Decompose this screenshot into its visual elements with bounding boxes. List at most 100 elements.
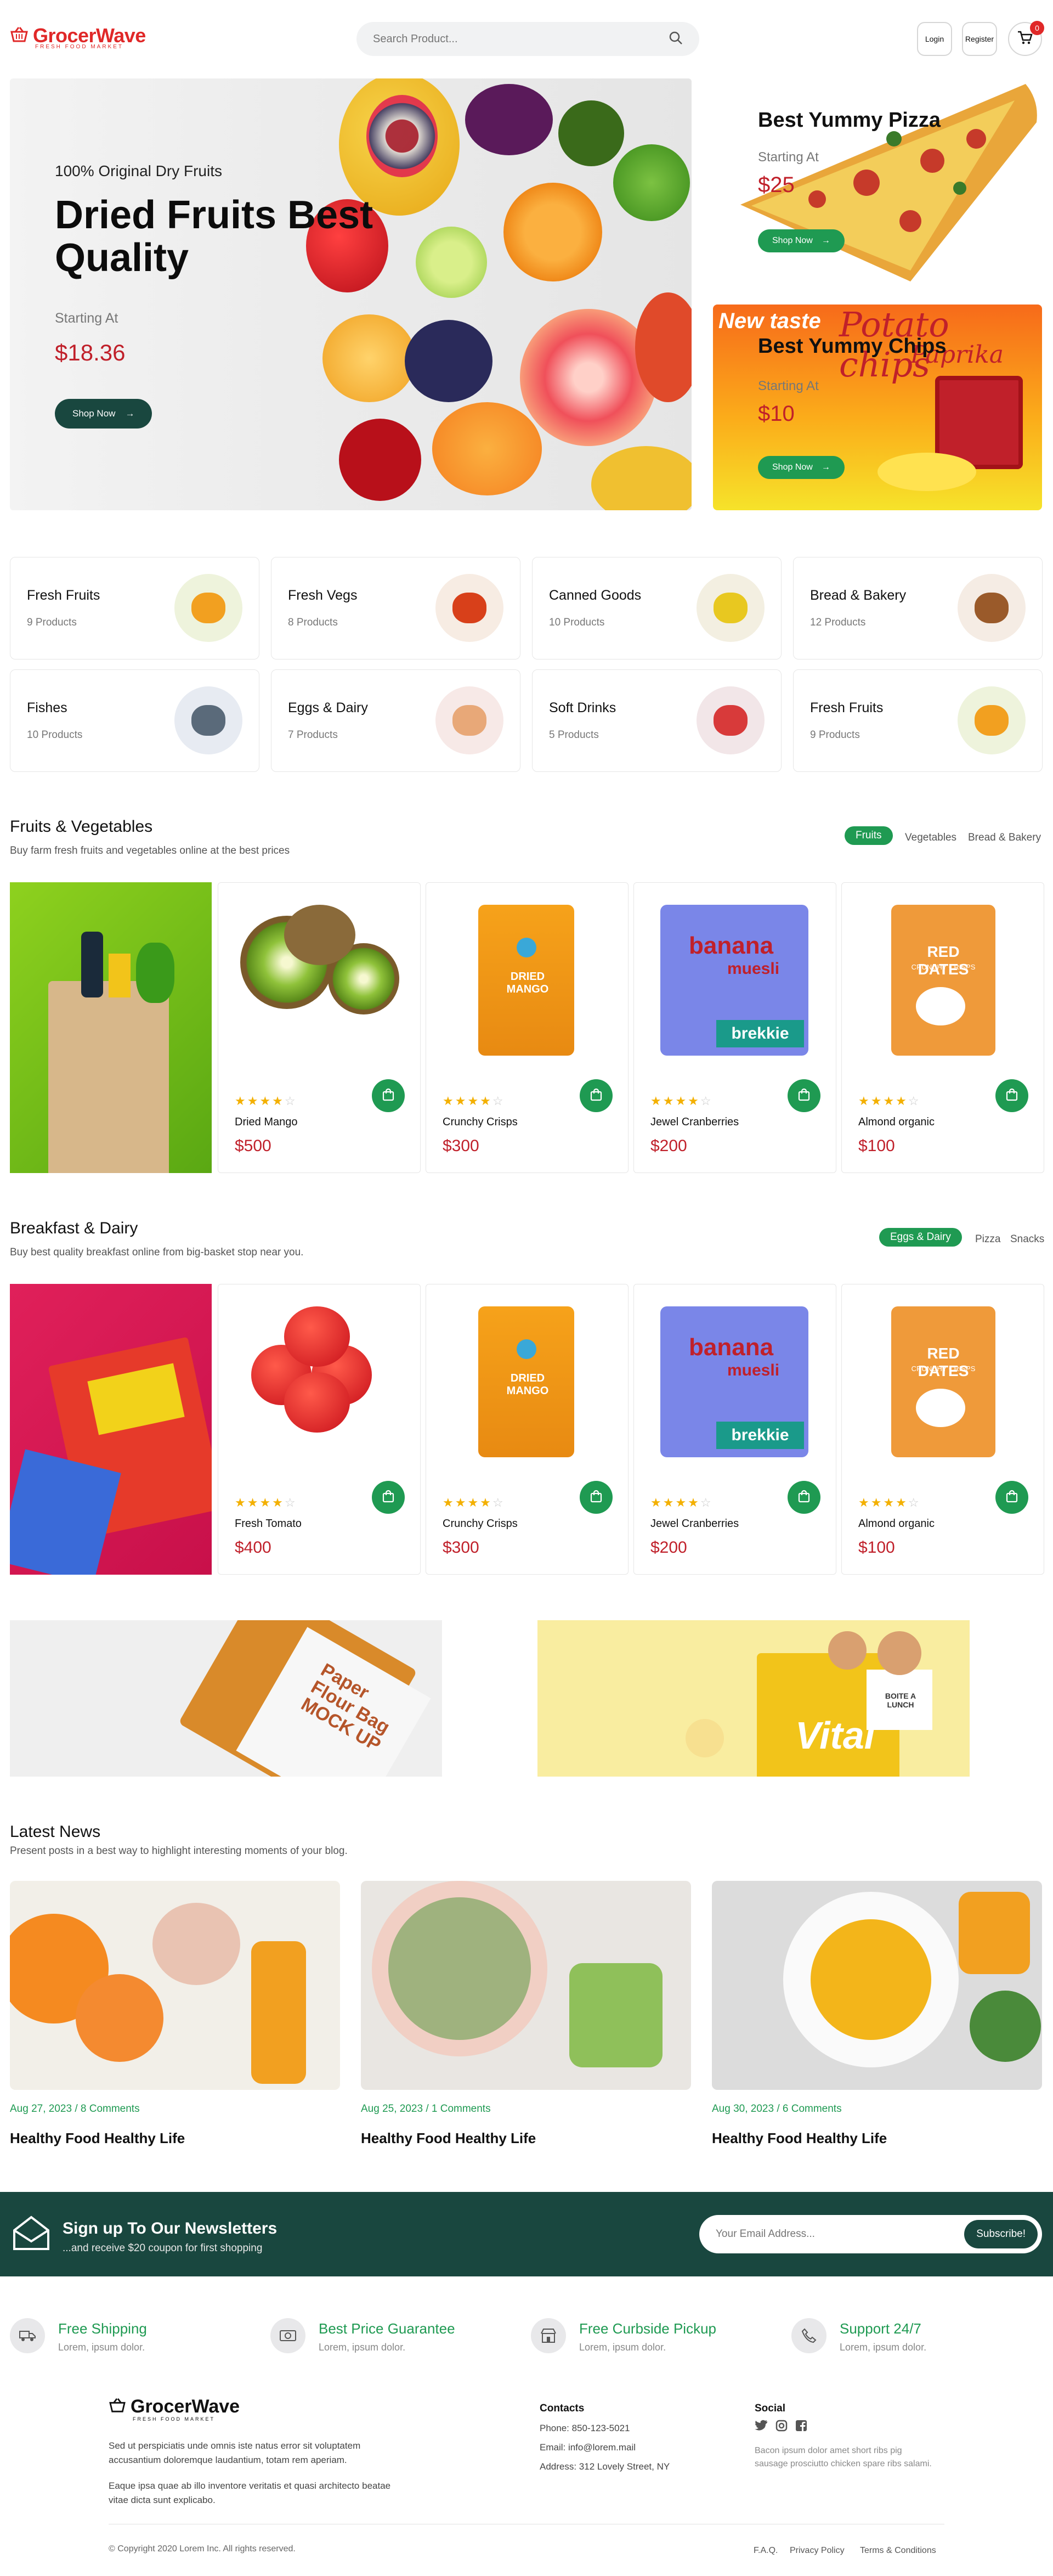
product-card[interactable]: banana muesli brekkie ★★★★☆ Jewel Cranberrie… (633, 1284, 836, 1575)
feature-text: Lorem, ipsum dolor. (840, 2342, 927, 2353)
footer-social-text: Bacon ipsum dolor amet short ribs pig sa… (755, 2446, 932, 2468)
news-image-3[interactable] (712, 1881, 1042, 2090)
category-card[interactable]: Eggs & Dairy 7 Products (271, 669, 520, 772)
add-to-cart-button[interactable] (372, 1481, 405, 1514)
category-image (435, 574, 503, 642)
promo-chips-shop-button[interactable]: Shop Now → (758, 456, 845, 479)
footer-contacts-title: Contacts (540, 2403, 585, 2414)
product-card[interactable]: ★★★★☆ Fresh Tomato $400 (218, 1284, 421, 1575)
category-card[interactable]: Fresh Vegs 8 Products (271, 557, 520, 659)
add-to-cart-button[interactable] (372, 1079, 405, 1112)
newsletter-email-input[interactable] (716, 2228, 965, 2240)
add-to-cart-button[interactable] (995, 1481, 1028, 1514)
search-bar (356, 22, 699, 56)
rating-stars: ★★★★☆ (650, 1496, 713, 1509)
news-meta-1[interactable]: Aug 27, 2023 / 8 Comments (10, 2103, 140, 2115)
category-count: 10 Products (549, 617, 605, 628)
tab-pizza[interactable]: Pizza (975, 1233, 1000, 1245)
category-card[interactable]: Fishes 10 Products (10, 669, 259, 772)
shopping-bag-icon (797, 1088, 811, 1104)
add-to-cart-button[interactable] (788, 1079, 820, 1112)
promo-pizza-price: $25 (758, 173, 795, 197)
category-card[interactable]: Fresh Fruits 9 Products (793, 669, 1043, 772)
product-card[interactable]: DRIED MANGO ★★★★☆ Crunchy Crisps $300 (426, 882, 629, 1173)
news-title-2[interactable]: Healthy Food Healthy Life (361, 2130, 536, 2147)
product-price: $500 (235, 1137, 271, 1155)
subscribe-button[interactable]: Subscribe! (964, 2220, 1038, 2248)
privacy-policy-link[interactable]: Privacy Policy (790, 2546, 845, 2556)
rating-stars: ★★★★☆ (235, 1094, 297, 1108)
product-name: Crunchy Crisps (443, 1116, 518, 1128)
shopping-bag-icon (590, 1088, 603, 1104)
product-card[interactable]: DRIED MANGO ★★★★☆ Crunchy Crisps $300 (426, 1284, 629, 1575)
pack-label: brekkie (716, 1020, 804, 1047)
twitter-icon[interactable] (755, 2420, 768, 2434)
product-card[interactable]: banana muesli brekkie ★★★★☆ Jewel Cranberrie… (633, 882, 836, 1173)
promo-chips-title: Best Yummy Chips (758, 335, 947, 358)
hero-shop-now-button[interactable]: Shop Now → (55, 399, 152, 429)
category-card[interactable]: Canned Goods 10 Products (532, 557, 782, 659)
ad-vital-lunch[interactable]: Vital BOITE A LUNCH (537, 1620, 970, 1777)
footer-address: Address: 312 Lovely Street, NY (540, 2461, 670, 2472)
login-button[interactable]: Login (917, 22, 952, 56)
tab-fruits[interactable]: Fruits (845, 826, 893, 845)
product-price: $100 (858, 1538, 895, 1557)
news-meta-2[interactable]: Aug 25, 2023 / 1 Comments (361, 2103, 491, 2115)
tab-bread-bakery[interactable]: Bread & Bakery (968, 832, 1041, 844)
category-name: Fresh Fruits (810, 700, 884, 715)
news-image-1[interactable] (10, 1881, 340, 2090)
feature-title: Free Shipping (58, 2320, 147, 2337)
footer-tagline: FRESH FOOD MARKET (133, 2416, 216, 2422)
facebook-icon[interactable] (795, 2420, 807, 2434)
ad-flour-bag[interactable]: Paper Flour Bag MOCK UP (10, 1620, 442, 1777)
breakfast-banner-image (10, 1284, 212, 1575)
rating-stars: ★★★★☆ (858, 1496, 921, 1509)
register-button[interactable]: Register (962, 22, 997, 56)
add-to-cart-button[interactable] (788, 1481, 820, 1514)
product-card[interactable]: RED DATES CRUNCHY CRISPS ★★★★☆ Almond organ… (841, 1284, 1044, 1575)
footer-logo[interactable]: GrocerWave (109, 2396, 240, 2417)
product-price: $400 (235, 1538, 271, 1557)
cart-button[interactable]: 0 (1008, 21, 1044, 56)
category-card[interactable]: Soft Drinks 5 Products (532, 669, 782, 772)
category-card[interactable]: Fresh Fruits 9 Products (10, 557, 259, 659)
pack-label: banana (689, 1334, 774, 1361)
tab-snacks[interactable]: Snacks (1010, 1233, 1044, 1245)
feature-title: Free Curbside Pickup (579, 2320, 716, 2337)
faq-link[interactable]: F.A.Q. (754, 2546, 778, 2556)
breakfast-section-title: Breakfast & Dairy (10, 1219, 138, 1237)
footer-phone[interactable]: Phone: 850-123-5021 (540, 2421, 630, 2436)
promo-chips: New taste Potato chips Paprika Best Yumm… (713, 305, 1042, 510)
promo-pizza-shop-label: Shop Now (772, 236, 813, 245)
news-meta-3[interactable]: Aug 30, 2023 / 6 Comments (712, 2103, 842, 2115)
terms-link[interactable]: Terms & Conditions (860, 2546, 936, 2556)
search-input[interactable] (373, 32, 669, 46)
category-card[interactable]: Bread & Bakery 12 Products (793, 557, 1043, 659)
instagram-icon[interactable] (775, 2420, 788, 2434)
news-image-2[interactable] (361, 1881, 691, 2090)
feature-title: Support 24/7 (840, 2320, 921, 2337)
pack-label: muesli (727, 1361, 780, 1379)
add-to-cart-button[interactable] (995, 1079, 1028, 1112)
search-icon[interactable] (669, 31, 683, 48)
footer-brand: GrocerWave (131, 2396, 240, 2417)
product-card[interactable]: RED DATES CRUNCHY CRISPS ★★★★☆ Almond organ… (841, 882, 1044, 1173)
product-price: $200 (650, 1538, 687, 1557)
product-price: $300 (443, 1538, 479, 1557)
news-title-3[interactable]: Healthy Food Healthy Life (712, 2130, 887, 2147)
product-card[interactable]: ★★★★☆ Dried Mango $500 (218, 882, 421, 1173)
category-image (174, 686, 242, 754)
tab-eggs-dairy[interactable]: Eggs & Dairy (879, 1228, 962, 1247)
footer-email[interactable]: Email: info@lorem.mail (540, 2440, 636, 2455)
chips-image (878, 453, 976, 491)
fruit-platter-image (306, 78, 692, 510)
news-title-1[interactable]: Healthy Food Healthy Life (10, 2130, 185, 2147)
shopping-bag-icon (590, 1490, 603, 1506)
copyright-text: © Copyright 2020 Lorem Inc. All rights r… (109, 2544, 296, 2554)
add-to-cart-button[interactable] (580, 1481, 613, 1514)
hero-subtitle: 100% Original Dry Fruits (55, 162, 222, 179)
promo-chips-shop-label: Shop Now (772, 463, 813, 472)
add-to-cart-button[interactable] (580, 1079, 613, 1112)
promo-pizza-shop-button[interactable]: Shop Now → (758, 229, 845, 252)
tab-vegetables[interactable]: Vegetables (905, 832, 956, 844)
